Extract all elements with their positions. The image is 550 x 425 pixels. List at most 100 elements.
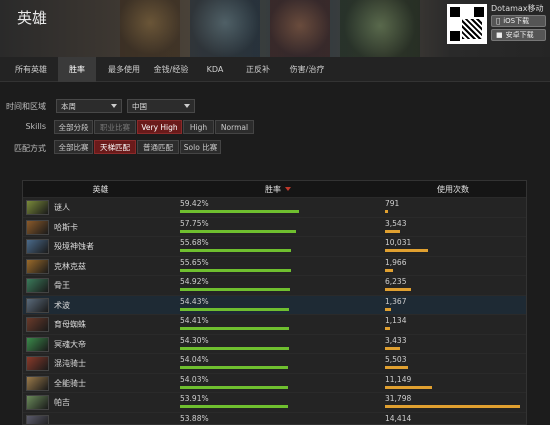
hero-portrait-icon[interactable]	[26, 336, 49, 352]
column-header-usage[interactable]: 使用次数	[378, 181, 526, 197]
tab-lasthit-deny[interactable]: 正反补	[238, 57, 278, 82]
hero-portrait-icon[interactable]	[26, 356, 49, 371]
winrate-bar	[180, 268, 291, 272]
hero-portrait-icon[interactable]	[26, 414, 49, 424]
hero-name[interactable]: 哈斯卡	[54, 222, 78, 233]
usage-bar	[385, 366, 408, 369]
usage-bar	[385, 405, 520, 408]
table-row[interactable]: 全能骑士 54.03% 11,149	[23, 372, 526, 392]
skill-high-button[interactable]: High	[183, 120, 214, 134]
hero-name[interactable]: 殁境神蚀者	[54, 241, 94, 252]
hero-name[interactable]: 全能骑士	[54, 378, 86, 389]
usage-value: 1,134	[385, 316, 407, 325]
column-header-winrate[interactable]: 胜率	[178, 181, 378, 197]
winrate-value: 57.75%	[180, 218, 209, 228]
hero-name[interactable]: 混沌骑士	[54, 358, 86, 369]
winrate-bar	[180, 307, 289, 311]
table-row[interactable]: 育母蜘蛛 54.41% 1,134	[23, 314, 526, 333]
hero-portrait-icon[interactable]	[26, 239, 49, 254]
hero-portrait-icon[interactable]	[26, 258, 49, 274]
table-row[interactable]: 骨王 54.92% 6,235	[23, 275, 526, 294]
match-normal-button[interactable]: 普通匹配	[137, 140, 179, 154]
hero-portrait-icon[interactable]	[26, 219, 49, 235]
header-banner: 英雄 Dotamax移动端  iOS下载 ■ 安卓下载	[0, 0, 550, 57]
match-solo-button[interactable]: Solo 比赛	[180, 140, 221, 154]
hero-portrait-icon[interactable]	[26, 278, 49, 293]
winrate-value: 54.43%	[180, 296, 209, 306]
android-icon: ■	[496, 31, 503, 39]
table-row[interactable]: 哈斯卡 57.75% 3,543	[23, 216, 526, 236]
hero-portrait-icon[interactable]	[26, 297, 49, 313]
chevron-down-icon	[111, 104, 117, 108]
winrate-bar	[180, 210, 299, 213]
skill-pro-button[interactable]: 职业比赛	[94, 120, 136, 134]
winrate-value: 53.88%	[180, 413, 209, 423]
winrate-value: 59.42%	[180, 199, 209, 208]
table-header: 英雄 胜率 使用次数	[23, 181, 526, 197]
usage-bar	[385, 385, 432, 389]
hero-name[interactable]: 克林克兹	[54, 261, 86, 272]
usage-value: 31,798	[385, 394, 412, 403]
hero-name[interactable]: 骨王	[54, 280, 70, 291]
skill-normal-button[interactable]: Normal	[215, 120, 254, 134]
hero-portrait-icon[interactable]	[26, 395, 49, 410]
match-all-button[interactable]: 全部比赛	[54, 140, 93, 154]
android-download-button[interactable]: ■ 安卓下载	[491, 29, 546, 41]
hero-name[interactable]: 术波	[54, 300, 70, 311]
usage-value: 1,367	[385, 296, 407, 306]
winrate-bar	[180, 249, 291, 252]
usage-value: 791	[385, 199, 400, 208]
hero-portrait-icon[interactable]	[26, 200, 49, 215]
tab-all-heroes[interactable]: 所有英雄	[6, 57, 56, 82]
table-row[interactable]: 冥魂大帝 54.30% 3,433	[23, 333, 526, 353]
usage-value: 3,433	[385, 335, 407, 345]
banner-hero-art	[120, 0, 180, 57]
table-row[interactable]: 殁境神蚀者 55.68% 10,031	[23, 236, 526, 255]
region-select[interactable]: 中国	[127, 99, 195, 113]
usage-value: 1,966	[385, 257, 407, 267]
page-title: 英雄	[17, 9, 48, 27]
hero-name[interactable]: 育母蜘蛛	[54, 319, 86, 330]
ios-download-button[interactable]:  iOS下载	[491, 15, 546, 27]
winrate-value: 55.68%	[180, 238, 209, 247]
hero-winrate-table: 英雄 胜率 使用次数 谜人 59.42% 791 哈斯卡 57.75% 3,543 殁境神蚀…	[22, 180, 527, 425]
winrate-value: 54.92%	[180, 277, 209, 286]
table-row[interactable]: 混沌骑士 54.04% 5,503	[23, 353, 526, 372]
table-row[interactable]: 53.88% 14,414	[23, 411, 526, 424]
apple-icon: 	[496, 17, 500, 25]
skill-very-high-button[interactable]: Very High	[137, 120, 182, 134]
usage-value: 11,149	[385, 374, 412, 384]
usage-bar	[385, 307, 391, 311]
usage-value: 5,503	[385, 355, 407, 364]
match-type-label: 匹配方式	[14, 144, 46, 153]
tab-winrate[interactable]: 胜率	[58, 57, 96, 82]
tab-gold-xp[interactable]: 金钱/经验	[148, 57, 194, 82]
table-row[interactable]: 术波 54.43% 1,367	[23, 294, 526, 314]
usage-bar	[385, 288, 411, 291]
winrate-bar	[180, 327, 289, 330]
qr-code-icon	[447, 4, 487, 44]
table-row[interactable]: 帕吉 53.91% 31,798	[23, 392, 526, 411]
tab-damage-heal[interactable]: 伤害/治疗	[282, 57, 332, 82]
tab-kda[interactable]: KDA	[196, 57, 234, 82]
usage-bar	[385, 210, 388, 213]
hero-name[interactable]: 冥魂大帝	[54, 339, 86, 350]
table-row[interactable]: 谜人 59.42% 791	[23, 197, 526, 216]
usage-value: 10,031	[385, 238, 412, 247]
column-header-hero[interactable]: 英雄	[23, 181, 178, 197]
hero-portrait-icon[interactable]	[26, 317, 49, 332]
hero-name[interactable]: 帕吉	[54, 397, 70, 408]
time-select[interactable]: 本周	[56, 99, 122, 113]
skill-all-button[interactable]: 全部分段	[54, 120, 93, 134]
usage-bar	[385, 268, 393, 272]
winrate-bar	[180, 366, 288, 369]
table-row[interactable]: 克林克兹 55.65% 1,966	[23, 255, 526, 275]
sort-desc-icon	[285, 187, 291, 191]
hero-name[interactable]: 谜人	[54, 202, 70, 213]
match-ranked-button[interactable]: 天梯匹配	[94, 140, 136, 154]
winrate-value: 54.30%	[180, 335, 209, 345]
tab-most-used[interactable]: 最多使用	[100, 57, 148, 82]
winrate-value: 54.41%	[180, 316, 209, 325]
skills-label: Skills	[25, 122, 46, 131]
hero-portrait-icon[interactable]	[26, 375, 49, 391]
